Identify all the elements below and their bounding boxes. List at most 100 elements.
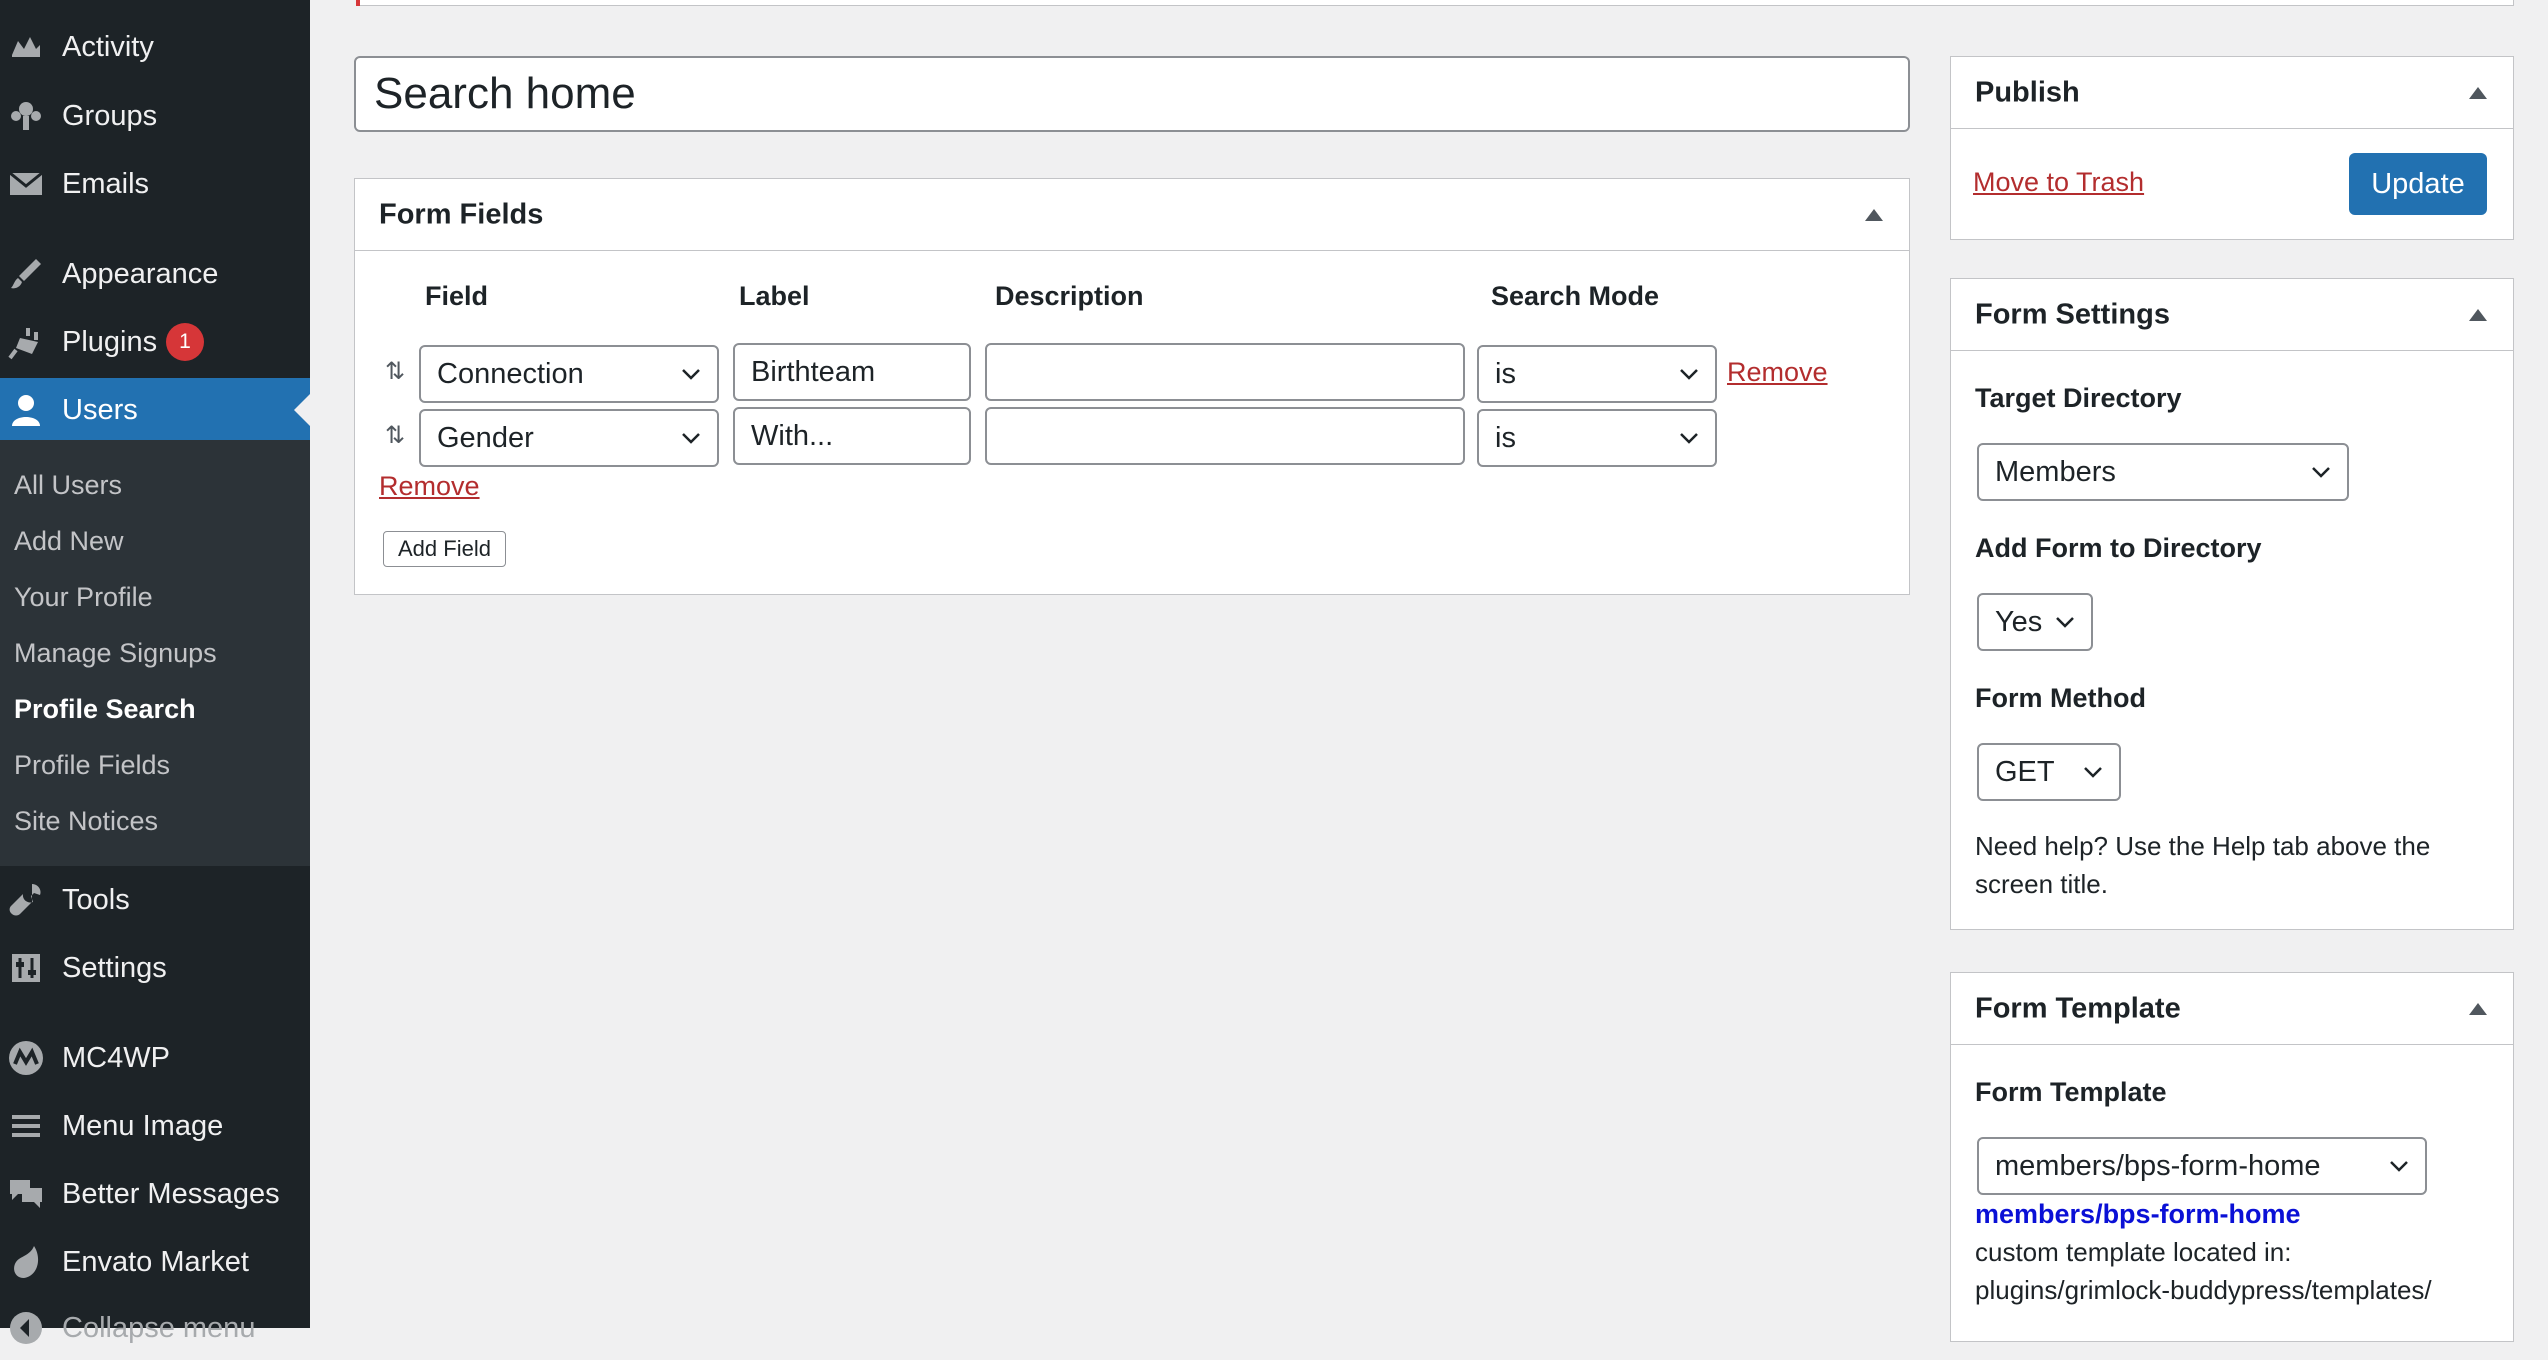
submenu-your-profile[interactable]: Your Profile (14, 582, 153, 613)
help-text-line: Need help? Use the Help tab above the (1975, 831, 2431, 861)
submenu-all-users[interactable]: All Users (14, 470, 122, 501)
target-directory-select[interactable]: Members (1977, 443, 2349, 501)
toggle-arrow-icon[interactable] (2469, 1002, 2487, 1015)
wrench-icon (9, 884, 41, 916)
form-fields-title: Form Fields (379, 198, 544, 230)
move-to-trash-link[interactable]: Move to Trash (1973, 167, 2144, 198)
form-template-header[interactable]: Form Template (1951, 973, 2513, 1045)
drag-handle-icon[interactable]: ⇅ (385, 357, 405, 386)
submenu-site-notices[interactable]: Site Notices (14, 806, 158, 837)
form-template-link[interactable]: members/bps-form-home (1975, 1199, 2301, 1230)
remove-field-link[interactable]: Remove (379, 471, 480, 502)
add-form-to-directory-label: Add Form to Directory (1975, 533, 2262, 563)
menu-label: Collapse menu (62, 1311, 256, 1344)
target-directory-label: Target Directory (1975, 383, 2182, 413)
menu-icon (12, 1115, 40, 1137)
form-method-select[interactable]: GET (1977, 743, 2121, 801)
submenu-add-new[interactable]: Add New (14, 526, 124, 557)
add-form-to-directory-select[interactable]: Yes (1977, 593, 2093, 651)
search-mode-select[interactable]: is (1477, 409, 1717, 467)
mc4wp-icon (9, 1041, 43, 1075)
description-input[interactable] (985, 407, 1465, 465)
menu-label: Users (62, 393, 138, 426)
form-fields-header[interactable]: Form Fields (355, 179, 1909, 251)
menu-item-groups[interactable]: Groups (0, 84, 310, 148)
field-select[interactable]: Connection (419, 345, 719, 403)
submenu-profile-fields[interactable]: Profile Fields (14, 750, 170, 781)
submenu-manage-signups[interactable]: Manage Signups (14, 638, 217, 669)
column-header-label: Label (739, 281, 810, 311)
publish-header[interactable]: Publish (1951, 57, 2513, 129)
form-method-label: Form Method (1975, 683, 2146, 713)
column-header-description: Description (995, 281, 1144, 311)
field-select-value: Gender (437, 421, 534, 454)
collapse-menu-button[interactable]: Collapse menu (0, 1296, 310, 1360)
description-input[interactable] (985, 343, 1465, 401)
column-header-search-mode: Search Mode (1491, 281, 1660, 311)
form-fields-box: Form Fields Field Label Description Sear… (354, 178, 1910, 595)
menu-item-tools[interactable]: Tools (0, 868, 310, 932)
chevron-down-icon (2390, 1161, 2408, 1172)
chevron-down-icon (1680, 369, 1698, 380)
label-input[interactable]: Birthteam (733, 343, 971, 401)
column-header-field: Field (425, 281, 489, 311)
menu-item-appearance[interactable]: Appearance (0, 242, 310, 306)
add-form-to-directory-value: Yes (1995, 605, 2043, 638)
update-count-badge: 1 (166, 323, 204, 361)
menu-item-menu-image[interactable]: Menu Image (0, 1094, 310, 1158)
users-submenu: All Users Add New Your Profile Manage Si… (0, 440, 310, 866)
chevron-down-icon (682, 433, 700, 444)
chevron-down-icon (2312, 467, 2330, 478)
publish-box: Publish Move to Trash Update (1950, 56, 2514, 240)
form-settings-title: Form Settings (1975, 298, 2170, 330)
publish-title: Publish (1975, 76, 2080, 108)
form-template-value: members/bps-form-home (1995, 1149, 2321, 1182)
menu-label: Menu Image (62, 1109, 224, 1142)
menu-item-better-messages[interactable]: Better Messages (0, 1162, 310, 1226)
submenu-profile-search[interactable]: Profile Search (14, 694, 196, 725)
menu-item-plugins[interactable]: Plugins 1 (0, 310, 310, 374)
form-template-title: Form Template (1975, 992, 2181, 1024)
menu-item-settings[interactable]: Settings (0, 936, 310, 1000)
form-template-box: Form Template Form Template members/bps-… (1950, 972, 2514, 1342)
menu-item-activity[interactable]: Activity (0, 15, 310, 79)
search-mode-select[interactable]: is (1477, 345, 1717, 403)
update-button[interactable]: Update (2349, 153, 2487, 215)
toggle-arrow-icon[interactable] (2469, 308, 2487, 321)
field-select-value: Connection (437, 357, 584, 390)
template-location-line: plugins/grimlock-buddypress/templates/ (1975, 1275, 2432, 1305)
template-location-text: custom template located in: plugins/grim… (1975, 1233, 2432, 1309)
template-location-line: custom template located in: (1975, 1237, 2292, 1267)
add-field-button[interactable]: Add Field (383, 531, 506, 567)
menu-label: Settings (62, 951, 167, 984)
menu-label: Activity (62, 30, 154, 63)
activity-icon (12, 37, 40, 57)
form-title-input[interactable]: Search home (354, 56, 1910, 132)
menu-label: Groups (62, 99, 158, 132)
menu-item-users[interactable]: Users (0, 378, 310, 442)
target-directory-value: Members (1995, 455, 2116, 488)
field-select[interactable]: Gender (419, 409, 719, 467)
paintbrush-icon (11, 259, 41, 289)
admin-sidebar: Activity Groups Emails Appearance Plugin… (0, 0, 310, 1344)
menu-label: Plugins (62, 325, 158, 358)
menu-label: Appearance (62, 257, 219, 290)
menu-label: Tools (62, 883, 130, 916)
menu-item-mc4wp[interactable]: MC4WP (0, 1026, 310, 1090)
toggle-arrow-icon[interactable] (2469, 86, 2487, 99)
menu-item-envato-market[interactable]: Envato Market (0, 1230, 310, 1294)
user-icon (12, 395, 40, 426)
form-template-select[interactable]: members/bps-form-home (1977, 1137, 2427, 1195)
chevron-down-icon (1680, 433, 1698, 444)
label-input[interactable]: With... (733, 407, 971, 465)
form-method-value: GET (1995, 755, 2055, 788)
remove-field-link[interactable]: Remove (1727, 357, 1828, 388)
search-mode-value: is (1495, 421, 1516, 454)
help-text-line: screen title. (1975, 869, 2108, 899)
toggle-arrow-icon[interactable] (1865, 208, 1883, 221)
form-settings-header[interactable]: Form Settings (1951, 279, 2513, 351)
form-template-label: Form Template (1975, 1077, 2167, 1107)
menu-label: Emails (62, 167, 150, 200)
drag-handle-icon[interactable]: ⇅ (385, 421, 405, 450)
menu-item-emails[interactable]: Emails (0, 152, 310, 216)
